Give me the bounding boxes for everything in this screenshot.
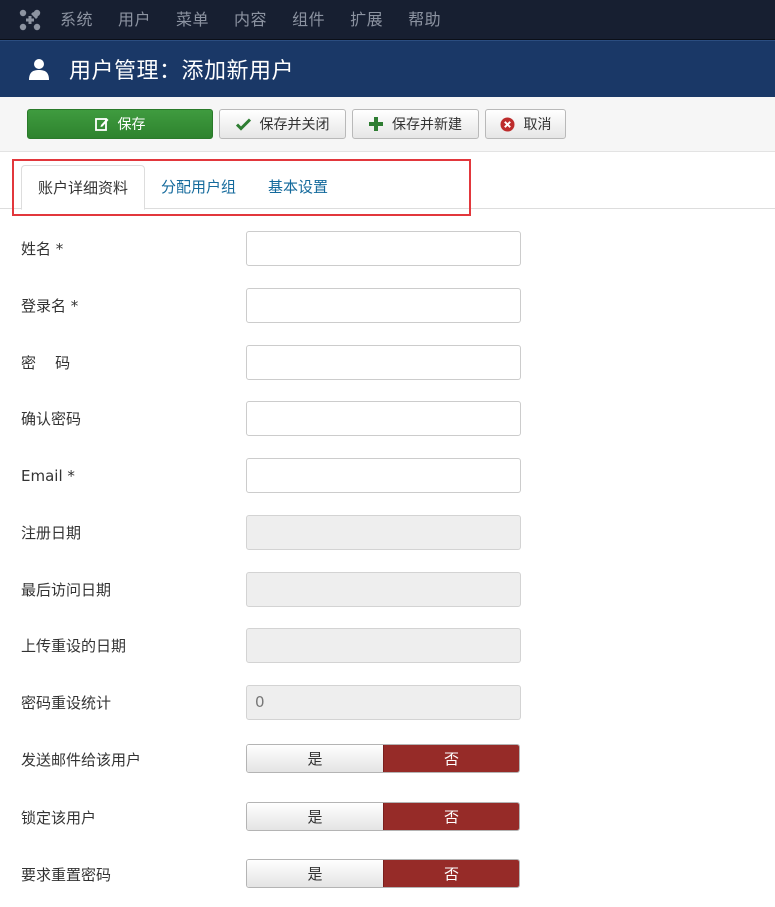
send-email-label: 发送邮件给该用户 [21, 751, 142, 769]
tab-basic-settings[interactable]: 基本设置 [252, 165, 344, 209]
user-icon [27, 57, 51, 81]
save-button-label: 保存 [117, 117, 146, 133]
send-email-no-button[interactable]: 否 [383, 745, 519, 772]
joomla-logo-icon[interactable] [0, 0, 60, 40]
save-close-button[interactable]: 保存并关闭 [219, 109, 346, 139]
toolbar: 保存 保存并关闭 保存并新建 取消 [0, 97, 775, 152]
form-row-name: 姓名 * [0, 231, 775, 267]
last-reset-label: 上传重设的日期 [21, 637, 127, 655]
tab-bar: 账户详细资料 分配用户组 基本设置 [0, 152, 775, 216]
cancel-circle-icon [500, 117, 515, 132]
name-label: 姓名 * [21, 240, 64, 258]
block-label: 锁定该用户 [21, 809, 97, 827]
form-row-username: 登录名 * [0, 288, 775, 324]
save-new-button-label: 保存并新建 [392, 117, 462, 133]
cancel-button[interactable]: 取消 [485, 109, 566, 139]
password-confirm-input[interactable] [246, 401, 521, 436]
plus-icon [369, 117, 383, 131]
menu-item-system[interactable]: 系统 [60, 0, 93, 40]
require-reset-toggle: 是 否 [246, 859, 520, 888]
menu-item-menus[interactable]: 菜单 [176, 0, 209, 40]
main-menu: 系统 用户 菜单 内容 组件 扩展 帮助 [60, 0, 466, 40]
require-reset-yes-button[interactable]: 是 [247, 860, 383, 887]
send-email-yes-button[interactable]: 是 [247, 745, 383, 772]
email-input[interactable] [246, 458, 521, 493]
block-yes-button[interactable]: 是 [247, 803, 383, 830]
form-row-email: Email * [0, 458, 775, 494]
form-row-password-confirm: 确认密码 [0, 401, 775, 437]
menu-item-content[interactable]: 内容 [234, 0, 267, 40]
top-navbar: 系统 用户 菜单 内容 组件 扩展 帮助 [0, 0, 775, 40]
register-date-label: 注册日期 [21, 524, 82, 542]
menu-item-help[interactable]: 帮助 [408, 0, 441, 40]
password-label: 密 码 [21, 354, 71, 372]
save-button[interactable]: 保存 [27, 109, 213, 139]
email-label: Email * [21, 467, 75, 485]
form-row-last-reset: 上传重设的日期 [0, 628, 775, 664]
tab-account-details[interactable]: 账户详细资料 [21, 165, 146, 210]
username-input[interactable] [246, 288, 521, 323]
form-row-register-date: 注册日期 [0, 515, 775, 551]
form-row-last-visit: 最后访问日期 [0, 572, 775, 608]
menu-item-components[interactable]: 组件 [292, 0, 325, 40]
form-row-require-reset: 要求重置密码 是 否 [0, 857, 775, 893]
menu-item-users[interactable]: 用户 [118, 0, 151, 40]
username-label: 登录名 * [21, 297, 79, 315]
password-input[interactable] [246, 345, 521, 380]
cancel-button-label: 取消 [523, 117, 552, 133]
check-icon [235, 117, 251, 131]
form-row-reset-count: 密码重设统计 0 [0, 685, 775, 721]
block-no-button[interactable]: 否 [383, 803, 519, 830]
last-visit-label: 最后访问日期 [21, 581, 112, 599]
tab-assigned-groups[interactable]: 分配用户组 [145, 165, 252, 209]
require-reset-label: 要求重置密码 [21, 866, 112, 884]
save-new-button[interactable]: 保存并新建 [352, 109, 479, 139]
form-row-block: 锁定该用户 是 否 [0, 800, 775, 836]
form-row-password: 密 码 [0, 345, 775, 381]
password-confirm-label: 确认密码 [21, 410, 82, 428]
menu-item-extensions[interactable]: 扩展 [350, 0, 383, 40]
last-visit-field [246, 572, 521, 607]
reset-count-label: 密码重设统计 [21, 694, 112, 712]
form-row-send-email: 发送邮件给该用户 是 否 [0, 742, 775, 778]
save-close-button-label: 保存并关闭 [259, 117, 330, 133]
last-reset-field [246, 628, 521, 663]
require-reset-no-button[interactable]: 否 [383, 860, 519, 887]
page-header: 用户管理：添加新用户 [0, 40, 775, 97]
page-title: 用户管理：添加新用户 [69, 59, 295, 84]
name-input[interactable] [246, 231, 521, 266]
block-toggle: 是 否 [246, 802, 520, 831]
register-date-field [246, 515, 521, 550]
edit-icon [94, 117, 109, 131]
reset-count-field: 0 [246, 685, 521, 720]
send-email-toggle: 是 否 [246, 744, 520, 773]
